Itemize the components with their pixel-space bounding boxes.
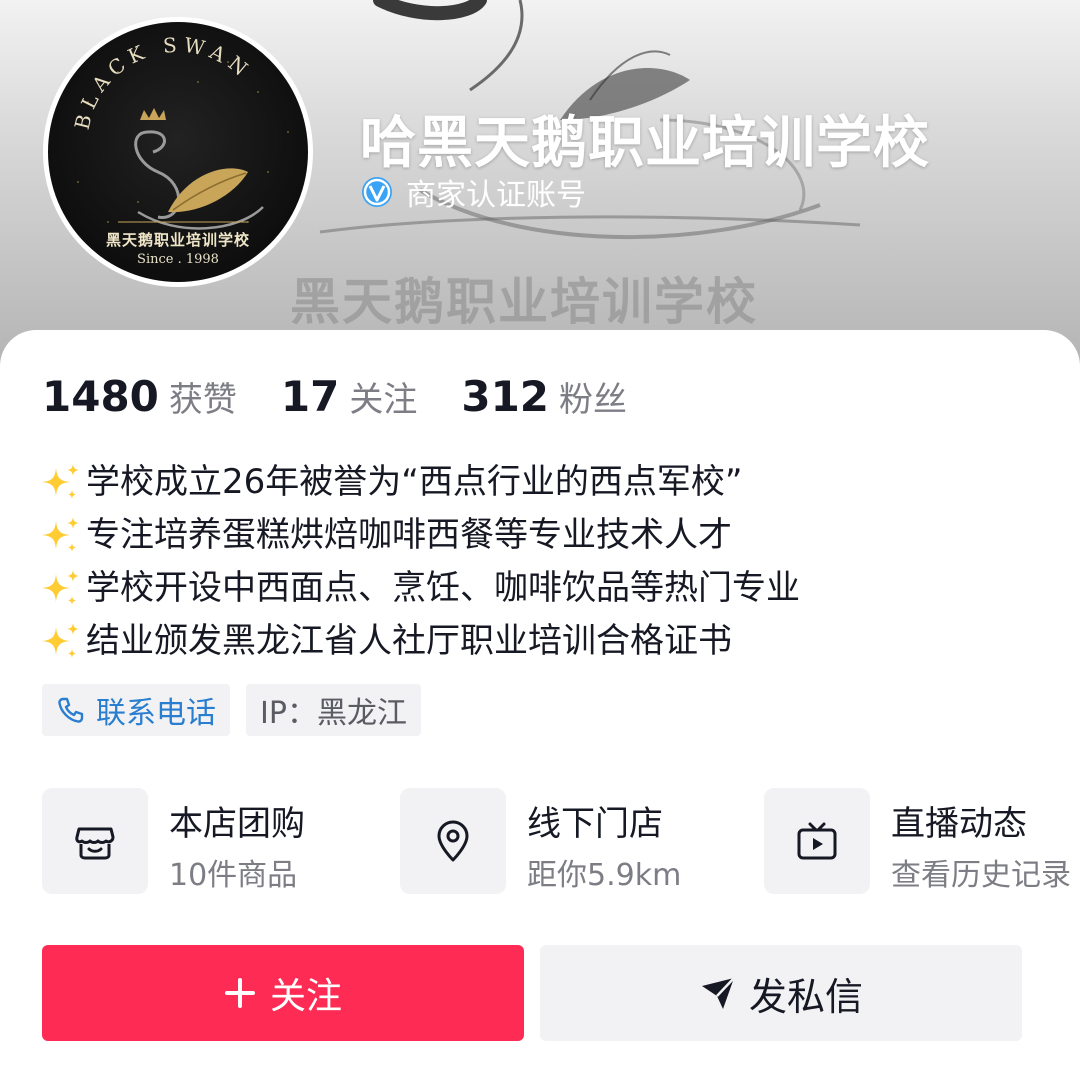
phone-icon bbox=[58, 697, 84, 723]
stats-row: 1480 获赞 17 关注 312 粉丝 bbox=[42, 372, 671, 421]
send-message-button[interactable]: 发私信 bbox=[540, 945, 1022, 1041]
bio: 学校成立26年被誉为“西点行业的西点军校” 专注培养蛋糕烘焙咖啡西餐等专业技术人… bbox=[40, 456, 1060, 668]
followers-count: 312 bbox=[461, 372, 550, 421]
followers-label: 粉丝 bbox=[559, 380, 628, 420]
sparkles-icon bbox=[42, 463, 79, 499]
tv-play-icon bbox=[797, 822, 837, 860]
bio-text: 结业颁发黑龙江省人社厅职业培训合格证书 bbox=[86, 621, 732, 661]
service-subtitle: 查看历史记录 bbox=[891, 858, 1071, 893]
likes-label: 获赞 bbox=[168, 380, 237, 420]
likes-count: 1480 bbox=[42, 372, 159, 421]
service-offline-store[interactable]: 线下门店 距你5.9km bbox=[400, 788, 730, 894]
service-icon-box bbox=[400, 788, 506, 894]
bio-line: 结业颁发黑龙江省人社厅职业培训合格证书 bbox=[40, 615, 1060, 668]
verified-icon bbox=[362, 177, 392, 207]
stat-following[interactable]: 17 关注 bbox=[281, 372, 417, 421]
avatar-since: Since . 1998 bbox=[137, 252, 219, 267]
verified-label: 商家认证账号 bbox=[406, 178, 586, 213]
contact-phone-label: 联系电话 bbox=[96, 696, 216, 731]
sparkles-icon bbox=[42, 516, 79, 552]
shop-icon bbox=[75, 827, 115, 860]
service-title: 线下门店 bbox=[527, 804, 663, 844]
following-count: 17 bbox=[280, 372, 340, 421]
bio-line: 专注培养蛋糕烘焙咖啡西餐等专业技术人才 bbox=[40, 509, 1060, 562]
profile-page: 黑天鹅职业培训学校 BLACK SWAN 黑天鹅职业培训学校 Since . 1… bbox=[0, 0, 1080, 1080]
sparkles-icon bbox=[42, 622, 79, 658]
service-icon-box bbox=[42, 788, 148, 894]
send-message-label: 发私信 bbox=[748, 974, 863, 1019]
send-icon bbox=[701, 977, 735, 1009]
service-subtitle: 距你5.9km bbox=[527, 858, 682, 893]
ip-location-label: IP：黑龙江 bbox=[260, 696, 407, 731]
ip-location-tag: IP：黑龙江 bbox=[246, 684, 421, 736]
services-row: 本店团购 10件商品 线下门店 距你5.9km 直播动态 查看历史记录 bbox=[42, 788, 1080, 894]
avatar[interactable]: BLACK SWAN 黑天鹅职业培训学校 Since . 1998 bbox=[43, 17, 313, 287]
bio-text: 专注培养蛋糕烘焙咖啡西餐等专业技术人才 bbox=[86, 515, 732, 555]
verified-badge[interactable]: 商家认证账号 bbox=[360, 172, 586, 213]
stat-followers[interactable]: 312 粉丝 bbox=[461, 372, 627, 421]
service-subtitle: 10件商品 bbox=[169, 858, 298, 893]
banner-watermark: 黑天鹅职业培训学校 bbox=[290, 273, 758, 331]
bio-text: 学校成立26年被誉为“西点行业的西点军校” bbox=[86, 462, 743, 502]
avatar-school-name: 黑天鹅职业培训学校 bbox=[105, 231, 250, 249]
following-label: 关注 bbox=[349, 380, 418, 420]
bio-line: 学校开设中西面点、烹饪、咖啡饮品等热门专业 bbox=[40, 562, 1060, 615]
follow-button[interactable]: 关注 bbox=[42, 945, 524, 1041]
service-live-stream[interactable]: 直播动态 查看历史记录 bbox=[764, 788, 1080, 894]
stat-likes[interactable]: 1480 获赞 bbox=[42, 372, 237, 421]
contact-phone-tag[interactable]: 联系电话 bbox=[42, 684, 230, 736]
profile-tags: 联系电话 IP：黑龙江 bbox=[42, 684, 437, 736]
service-title: 直播动态 bbox=[891, 804, 1027, 844]
bio-text: 学校开设中西面点、烹饪、咖啡饮品等热门专业 bbox=[86, 568, 800, 608]
service-title: 本店团购 bbox=[169, 804, 305, 844]
location-pin-icon bbox=[437, 820, 469, 862]
sparkles-icon bbox=[42, 569, 79, 605]
black-swan-logo: BLACK SWAN 黑天鹅职业培训学校 Since . 1998 bbox=[48, 22, 308, 282]
follow-label: 关注 bbox=[269, 976, 342, 1017]
shop-name: 哈黑天鹅职业培训学校 bbox=[360, 111, 930, 176]
plus-icon bbox=[224, 978, 255, 1008]
bio-line: 学校成立26年被誉为“西点行业的西点军校” bbox=[40, 456, 1060, 509]
service-icon-box bbox=[764, 788, 870, 894]
service-group-buy[interactable]: 本店团购 10件商品 bbox=[42, 788, 362, 894]
